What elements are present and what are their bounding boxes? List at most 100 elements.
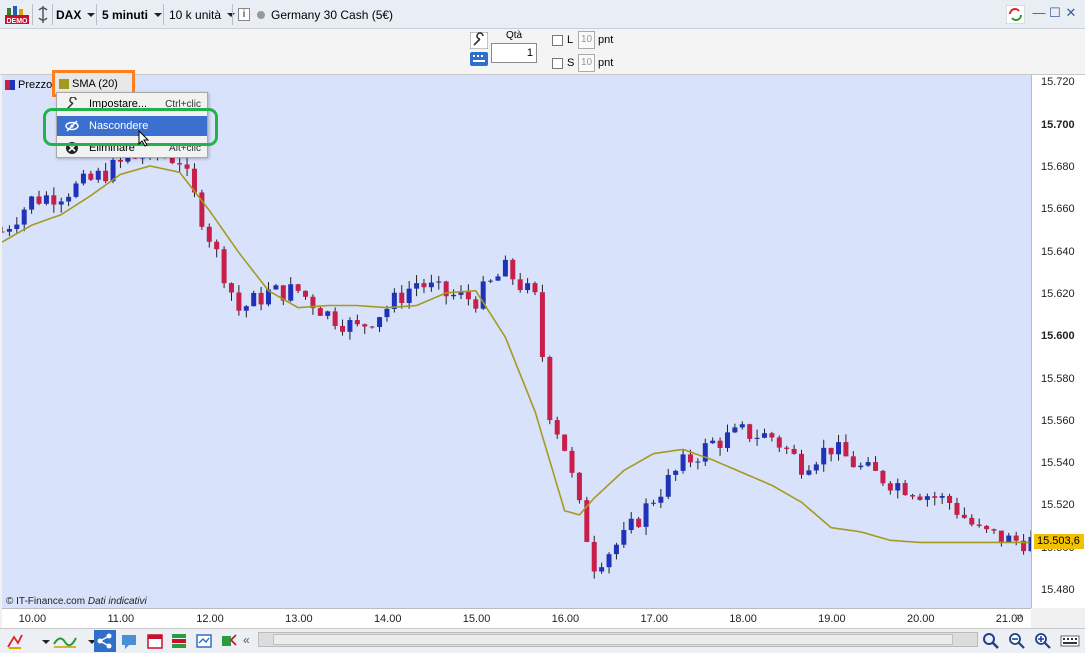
indicator-icon[interactable] [52, 632, 78, 650]
zoom-fit-icon[interactable] [982, 632, 1000, 650]
candle-up [761, 433, 767, 438]
limit-unit-label: pnt [598, 34, 614, 46]
candle-down [969, 517, 975, 525]
market-status-icon [257, 10, 265, 19]
x-axis-label: 11.00 [107, 613, 135, 625]
x-axis-label: 19.00 [818, 613, 846, 625]
draw-tool-icon[interactable] [6, 632, 24, 650]
window-icon[interactable] [195, 632, 213, 650]
stop-label: S [567, 57, 575, 69]
instrument-label: Germany 30 Cash (5€) [271, 7, 394, 22]
sync-icon[interactable] [1006, 5, 1025, 24]
candle-down [214, 241, 220, 250]
candle-down [687, 454, 693, 463]
candle-down [547, 357, 553, 421]
chevron-down-icon[interactable] [42, 640, 50, 644]
maximize-button[interactable]: ☐ [1048, 6, 1062, 20]
y-axis-label: 15.660 [1041, 203, 1075, 216]
candle-up [710, 440, 716, 444]
units-dropdown[interactable]: 10 k unità [169, 4, 236, 25]
info-icon[interactable]: i [238, 8, 250, 21]
x-axis-label: 17.00 [640, 613, 668, 625]
legend-sma-label: SMA (20) [72, 78, 118, 90]
share-icon[interactable] [94, 630, 116, 652]
y-axis-label: 15.620 [1041, 287, 1075, 300]
limit-label: L [567, 34, 574, 46]
candle-down [303, 290, 309, 297]
stop-checkbox[interactable] [552, 58, 563, 69]
candle-down [51, 195, 57, 205]
candle-up [924, 496, 930, 500]
alert-icon[interactable] [220, 632, 238, 650]
price-axis[interactable]: 15.720 15.700 15.680 15.660 15.640 15.620 15.6… [1031, 75, 1085, 608]
candle-up [628, 518, 634, 531]
mouse-cursor-icon [138, 130, 150, 147]
zoom-in-icon[interactable] [1034, 632, 1052, 650]
wrench-icon[interactable] [470, 32, 488, 49]
candle-down [998, 530, 1004, 543]
candle-up [724, 432, 730, 448]
candle-down [421, 283, 427, 288]
zoom-out-icon[interactable] [1008, 632, 1026, 650]
stop-points-input[interactable]: 10 [578, 54, 595, 72]
candle-down [880, 470, 886, 484]
candle-down [976, 524, 982, 526]
candle-down [887, 483, 893, 491]
legend-price[interactable]: Prezzo [5, 78, 52, 92]
candle-down [206, 226, 212, 242]
candle-down [828, 447, 834, 455]
x-axis-label: 16.00 [551, 613, 580, 625]
candle-up [702, 443, 708, 462]
candle-down [340, 325, 346, 332]
menu-item-highlight [43, 108, 218, 146]
minimize-button[interactable]: — [1032, 6, 1046, 20]
candle-down [991, 529, 997, 531]
keyboard-icon[interactable] [470, 52, 488, 66]
copyright-source: © IT-Finance.com [6, 596, 86, 607]
scrollbar-thumb[interactable] [273, 634, 953, 645]
candle-up [347, 320, 353, 332]
y-axis-label: 15.580 [1041, 372, 1075, 385]
y-axis-label: 15.640 [1041, 245, 1075, 258]
horizontal-scrollbar[interactable] [258, 632, 978, 647]
limit-checkbox[interactable] [552, 35, 563, 46]
timeframe-dropdown[interactable]: 5 minuti [102, 4, 163, 25]
scroll-right-icon[interactable]: » [1016, 611, 1022, 623]
candle-down [873, 462, 879, 471]
calendar-icon[interactable] [146, 632, 164, 650]
legend-sma[interactable]: SMA (20) [59, 78, 118, 90]
candle-up [43, 195, 49, 204]
candle-up [325, 311, 331, 316]
candle-up [643, 503, 649, 527]
sma-line[interactable] [2, 165, 1030, 544]
candle-up [754, 437, 760, 439]
demo-logo-icon: DEMO [5, 6, 29, 25]
scroll-left-fast-icon[interactable]: « [243, 633, 250, 647]
link-icon[interactable] [36, 4, 50, 25]
y-axis-label: 15.520 [1041, 499, 1075, 512]
candle-down [791, 448, 797, 454]
candle-down [332, 311, 338, 326]
candle-up [665, 474, 671, 497]
timeframe-label: 5 minuti [102, 7, 149, 22]
close-button[interactable]: ✕ [1064, 6, 1078, 20]
candle-down [961, 514, 967, 518]
qty-label: Qtà [506, 30, 523, 41]
symbol-dropdown[interactable]: DAX [56, 4, 96, 25]
grid-menu-icon[interactable] [1060, 632, 1080, 650]
limit-points-input[interactable]: 10 [578, 31, 595, 49]
candle-down [236, 292, 242, 311]
candle-down [784, 447, 790, 449]
qty-input[interactable] [491, 43, 537, 63]
candle-down [902, 483, 908, 496]
y-axis-label: 15.600 [1041, 330, 1075, 343]
candle-up [273, 285, 279, 290]
symbol-label: DAX [56, 7, 82, 22]
time-axis[interactable]: 10.00 11.00 12.00 13.00 14.00 15.00 16.00 17.00… [2, 608, 1031, 628]
demo-badge-text: DEMO [7, 18, 29, 25]
order-list-icon[interactable] [170, 632, 188, 650]
candle-up [29, 196, 35, 210]
chat-icon[interactable] [121, 632, 139, 650]
candle-up [858, 465, 864, 468]
candle-up [21, 209, 27, 225]
